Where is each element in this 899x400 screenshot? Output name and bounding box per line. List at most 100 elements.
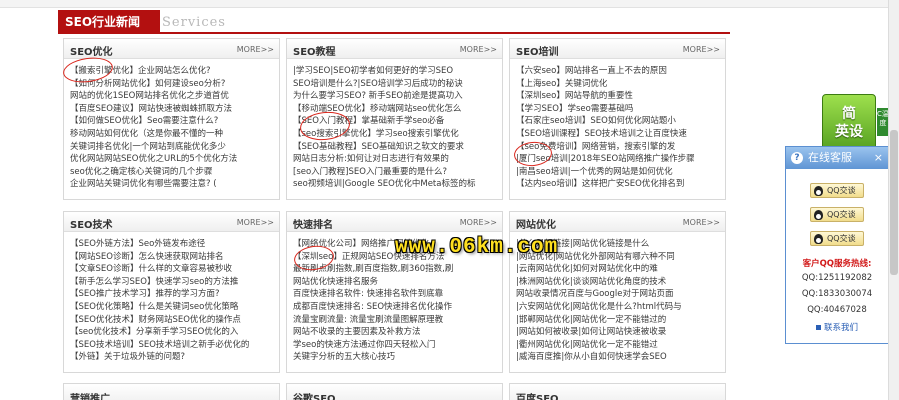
list-item[interactable]: |云南网站优化|如何对网站优化中的难 <box>516 263 725 276</box>
list-item[interactable]: 网站的优化1SEO网站排名优化之步道首优 <box>70 90 279 103</box>
site-watermark: www.06km.com <box>395 236 559 259</box>
list-item[interactable]: |南昌seo培训|一个优秀的网站是如何优化 <box>516 166 725 179</box>
list-item[interactable]: 【搬索引擎优化】企业网站怎么优化? <box>70 65 279 78</box>
list-item[interactable]: |学习SEO|SEO初学者如何更好的学习SEO <box>293 65 502 78</box>
qq-chat-button[interactable]: QQ交谈 <box>810 183 864 198</box>
help-icon: ? <box>791 152 803 164</box>
list-item[interactable]: 网站收录情况百度与Google对于网站页面 <box>516 288 725 301</box>
badge-line-2: 英设 <box>835 124 863 140</box>
more-link[interactable]: MORE>> <box>683 45 720 54</box>
list-item[interactable]: 网站不收录的主要因素及补救方法 <box>293 326 502 339</box>
panel-baidu-seo: 百度SEO <box>509 383 726 400</box>
panel-header: SEO教程 MORE>> <box>287 39 502 59</box>
list-item[interactable]: 关键字分析的五大核心技巧 <box>293 351 502 364</box>
list-item[interactable]: 【外链】关于垃圾外链的问题? <box>70 351 279 364</box>
qq-chat-button[interactable]: QQ交谈 <box>810 207 864 222</box>
list-item[interactable]: |衢州网站优化|网站优化一定不能错过 <box>516 339 725 352</box>
list-item[interactable]: 优化网站网站SEO优化之URL的5个优化方法 <box>70 153 279 166</box>
list-item[interactable]: 【SEO外链方法】Seo外链发布途径 <box>70 238 279 251</box>
list-item[interactable]: 百度快速排名软件: 快速排名软件到底靠 <box>293 288 502 301</box>
more-link[interactable]: MORE>> <box>237 218 274 227</box>
panel-title: SEO培训 <box>516 47 559 58</box>
list-item[interactable]: 【达内seo培训】这样把广安SEO优化排名到 <box>516 178 725 191</box>
list-item[interactable]: seo视频培训|Google SEO优化中Meta标签的标 <box>293 178 502 191</box>
panel-header: 网站优化 MORE>> <box>510 212 725 232</box>
service-title: 在线客服 <box>808 151 852 164</box>
list-item[interactable]: 网站日志分析:如何让对日志进行有效果的 <box>293 153 502 166</box>
list-item[interactable]: |威海百度推|你从小自如何快速学会SEO <box>516 351 725 364</box>
list-item[interactable]: 【SEO技术培训】SEO技术培训之新手必优化的 <box>70 339 279 352</box>
vertical-scrollbar[interactable] <box>888 0 899 400</box>
qq-number: QQ:1251192082 <box>801 273 873 283</box>
qq-chat-label: QQ交谈 <box>827 210 856 219</box>
list-item[interactable]: 【网站SEO诊断】怎么快速获取网站排名 <box>70 251 279 264</box>
list-item[interactable]: 【SEO推广技术学习】推荐的学习方面? <box>70 288 279 301</box>
list-item[interactable]: 关键词排名优化|一个网站到底能优化多少 <box>70 141 279 154</box>
list-item[interactable]: 移动网站如何优化（这是你最不懂的一种 <box>70 128 279 141</box>
list-item[interactable]: |邯郸网站优化|网站优化一定不能错过的 <box>516 314 725 327</box>
panel-title: SEO优化 <box>70 47 113 58</box>
list-item[interactable]: 成都百度快速排名: SEO快速排名优化操作 <box>293 301 502 314</box>
list-item[interactable]: 【如何做SEO优化】Seo需要注意什么? <box>70 115 279 128</box>
qq-penguin-icon <box>814 210 823 220</box>
list-item[interactable]: |六安网站优化|网站优化是什么?html代码与 <box>516 301 725 314</box>
list-item[interactable]: |网站如何被收录|如何让网站快速被收录 <box>516 326 725 339</box>
section-title: SEO行业新闻 <box>58 10 160 34</box>
panel-header: SEO优化 MORE>> <box>64 39 279 59</box>
top-strip <box>0 0 899 8</box>
hotline-title: 客户QQ服务热线: <box>802 259 872 269</box>
list-item[interactable]: 【SEO优化技术】财务网站SEO优化的操作点 <box>70 314 279 327</box>
list-item[interactable]: 【移动端SEO优化】移动端网站seo优化怎么 <box>293 103 502 116</box>
panel-seo-training: SEO培训 MORE>> 【六安seo】网站排名一直上不去的原因 【上海seo】… <box>509 38 726 200</box>
contact-us-link[interactable]: 联系我们 <box>786 321 888 333</box>
list-item[interactable]: 【百度SEO建议】网站快速被蜘蛛抓取方法 <box>70 103 279 116</box>
list-item[interactable]: 【深圳seo】网站导航的重要性 <box>516 90 725 103</box>
list-item[interactable]: [seo入门教程]SEO入门最重要的是什么? <box>293 166 502 179</box>
section-subtitle: Services <box>162 15 226 30</box>
panel-seo-tutorial: SEO教程 MORE>> |学习SEO|SEO初学者如何更好的学习SEO SEO… <box>286 38 503 200</box>
panel-title: 谷歌SEO <box>293 394 336 400</box>
qq-chat-label: QQ交谈 <box>827 186 856 195</box>
qq-chat-label: QQ交谈 <box>827 234 856 243</box>
list-item[interactable]: 【石家庄seo培训】SEO如何优化网站题小 <box>516 115 725 128</box>
list-item[interactable]: |株洲网站优化|谈谈网站优化角度的技术 <box>516 276 725 289</box>
list-item[interactable]: 【SEO入门教程】掌基础新手学seo必备 <box>293 115 502 128</box>
qq-number: QQ:1833030074 <box>801 289 873 299</box>
list-item[interactable]: 【学习SEO】学seo需要基础吗 <box>516 103 725 116</box>
more-link[interactable]: MORE>> <box>460 45 497 54</box>
list-item[interactable]: 【SEO基础教程】SEO基础知识之软文的要求 <box>293 141 502 154</box>
list-item[interactable]: |厦门seo培训|2018年SEO站网络推广操作步骤 <box>516 153 725 166</box>
list-item[interactable]: 企业网站关键词优化有哪些需要注意? ( <box>70 178 279 191</box>
panel-title: 百度SEO <box>516 394 559 400</box>
close-icon[interactable]: × <box>874 147 883 169</box>
more-link[interactable]: MORE>> <box>460 218 497 227</box>
more-link[interactable]: MORE>> <box>683 218 720 227</box>
list-item[interactable]: 为什么要学习SEO? 新手SEO前途是提高功入 <box>293 90 502 103</box>
list-item[interactable]: 【上海seo】关键词优化 <box>516 78 725 91</box>
list-item[interactable]: 【SEO培训课程】SEO技术培训之让百度快速 <box>516 128 725 141</box>
list-item[interactable]: 流量宝刷流量: 流量宝刷流量图解原理教 <box>293 314 502 327</box>
list-item[interactable]: 【seo免费培训】网络营销，搜索引擎的发 <box>516 141 725 154</box>
scrollbar-thumb[interactable] <box>890 130 898 275</box>
article-list: |学习SEO|SEO初学者如何更好的学习SEO SEO培训是什么?|SEO培训学… <box>287 59 502 191</box>
online-service-panel: ? 在线客服 × QQ交谈 QQ交谈 QQ交谈 客户QQ服务热线: QQ:125… <box>785 146 889 344</box>
panel-google-seo: 谷歌SEO <box>286 383 503 400</box>
article-list: 【六安seo】网站排名一直上不去的原因 【上海seo】关键词优化 【深圳seo】… <box>510 59 725 191</box>
panel-title: SEO技术 <box>70 220 113 231</box>
list-item[interactable]: seo优化之确定核心关键词的几个步骤 <box>70 166 279 179</box>
list-item[interactable]: 【新手怎么学习SEO】快速学习seo的方法推 <box>70 276 279 289</box>
list-item[interactable]: 【六安seo】网站排名一直上不去的原因 <box>516 65 725 78</box>
list-item[interactable]: 网站优化快速排名服务 <box>293 276 502 289</box>
panel-title: 营销推广 <box>70 394 110 400</box>
list-item[interactable]: 【SEO优化策略】什么是关键词seo优化策略 <box>70 301 279 314</box>
section-header: SEO行业新闻 Services <box>58 10 730 34</box>
list-item[interactable]: SEO培训是什么?|SEO培训学习后成功的秘诀 <box>293 78 502 91</box>
qq-chat-button[interactable]: QQ交谈 <box>810 231 864 246</box>
list-item[interactable]: 学seo的快速方法通过你四天轻松入门 <box>293 339 502 352</box>
list-item[interactable]: 【seo优化技术】分享新手学习SEO优化的入 <box>70 326 279 339</box>
list-item[interactable]: 【如何分析网站优化】如何建设seo分析? <box>70 78 279 91</box>
list-item[interactable]: 最新刷点刷指数,刷百度指数,刷360指数,刷 <box>293 263 502 276</box>
list-item[interactable]: 【seo搜索引擎优化】学习seo搜索引擎优化 <box>293 128 502 141</box>
list-item[interactable]: 【文章SEO诊断】什么样的文章容易被秒收 <box>70 263 279 276</box>
more-link[interactable]: MORE>> <box>237 45 274 54</box>
